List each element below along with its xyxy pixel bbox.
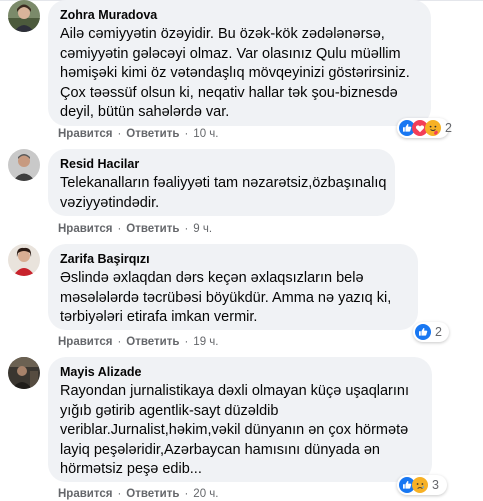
avatar[interactable] (8, 244, 40, 276)
comment-bubble: Mayis Alizade Rayondan jurnalistikaya də… (48, 357, 432, 482)
separator: · (184, 336, 189, 348)
sad-icon (412, 477, 428, 493)
separator: · (184, 488, 189, 500)
reply-button[interactable]: Ответить (126, 128, 179, 140)
comment-author[interactable]: Mayis Alizade (60, 364, 420, 380)
comment-text-line: cəmiyyətin gələcəyi olmaz. Var olasınız … (60, 45, 401, 62)
comment-timestamp[interactable]: 9 ч. (193, 223, 212, 235)
comment-text: Telekanalların fəaliyyəti tam nəzarətsiz… (60, 174, 387, 213)
comment-text-line: deyil, bütün sahələrdə var. (60, 104, 230, 120)
comment-bubble: Zarifa Başirqızı Əslində əxlaqdan dərs k… (48, 244, 418, 330)
reactions-summary[interactable]: 2 (397, 118, 452, 138)
reactions-summary[interactable]: 3 (397, 475, 447, 495)
reply-button[interactable]: Ответить (126, 223, 179, 235)
like-button[interactable]: Нравится (58, 223, 112, 235)
comment-actions: Нравится · Ответить · 9 ч. (58, 222, 212, 236)
comment-text-line: layiq peşələridir,Azərbaycan hamısını dü… (60, 441, 380, 458)
avatar[interactable] (8, 0, 40, 32)
reactions-summary[interactable]: 2 (413, 322, 449, 342)
comment-text-line: tərbiyələri etirafa imkan vermir. (60, 309, 258, 325)
reactions-count: 2 (445, 121, 452, 135)
comment-timestamp[interactable]: 10 ч. (193, 128, 218, 140)
profile-photo-woman-icon (8, 0, 40, 32)
reply-button[interactable]: Ответить (126, 488, 179, 500)
comment-timestamp[interactable]: 19 ч. (193, 336, 218, 348)
profile-photo-woman-red-icon (8, 244, 40, 276)
separator: · (184, 128, 189, 140)
comment-text: Rayondan jurnalistikaya dəxli olmayan kü… (60, 382, 420, 480)
reactions-count: 2 (435, 325, 442, 339)
comment-timestamp[interactable]: 20 ч. (193, 488, 218, 500)
comment-text-line: Çox təəssüf olsun ki, neqativ hallar tək… (60, 84, 398, 101)
comment-text-line: Telekanalların fəaliyyəti tam nəzarətsiz… (60, 175, 387, 191)
avatar[interactable] (8, 149, 40, 181)
separator: · (117, 223, 122, 235)
like-button[interactable]: Нравится (58, 488, 112, 500)
comment-author[interactable]: Zarifa Başirqızı (60, 251, 406, 267)
comment-text-line: Ailə cəmiyyətin özəyidir. Bu özək-kök zə… (60, 26, 385, 42)
care-icon (425, 120, 441, 136)
comment-text-line: Rayondan jurnalistikaya dəxli olmayan kü… (60, 383, 409, 399)
comment-text: Ailə cəmiyyətin özəyidir. Bu özək-kök zə… (60, 25, 419, 123)
comment-text-line: Əslində əxlaqdan dərs keçən əxlaqsızları… (60, 270, 364, 286)
comment-author[interactable]: Resid Hacilar (60, 156, 383, 172)
profile-photo-man-dark-icon (8, 357, 40, 389)
comment-text-line: məsələlərdə təcrübəsi böyükdür. Amma nə … (60, 289, 392, 306)
like-button[interactable]: Нравится (58, 128, 112, 140)
separator: · (117, 336, 122, 348)
separator: · (184, 223, 189, 235)
comment-text-line: vəziyyətindədir. (60, 194, 160, 211)
reactions-count: 3 (432, 478, 439, 492)
comment-actions: Нравится · Ответить · 19 ч. (58, 335, 218, 349)
comment-text-line: həmişəki kimi öz vətəndaşlıq mövqeyinizi… (60, 65, 410, 81)
comment-author[interactable]: Zohra Muradova (60, 7, 419, 23)
comment-actions: Нравится · Ответить · 10 ч. (58, 127, 218, 141)
comment-text: Əslində əxlaqdan dərs keçən əxlaqsızları… (60, 269, 406, 328)
like-icon (415, 324, 431, 340)
reply-button[interactable]: Ответить (126, 336, 179, 348)
separator: · (117, 128, 122, 140)
comment-text-line: yığıb gətirib agentlik-sayt düzəldib (60, 402, 279, 419)
like-button[interactable]: Нравится (58, 336, 112, 348)
comment-text-line: hörmətsiz peşə edib... (60, 461, 202, 477)
comment-bubble: Resid Hacilar Telekanalların fəaliyyəti … (48, 149, 395, 216)
comment-bubble: Zohra Muradova Ailə cəmiyyətin özəyidir.… (48, 0, 431, 126)
comment-text-line: veriblar.Jurnalist,həkim,vəkil dünyanın … (60, 422, 409, 438)
profile-photo-man-icon (8, 149, 40, 181)
separator: · (117, 488, 122, 500)
avatar[interactable] (8, 357, 40, 389)
